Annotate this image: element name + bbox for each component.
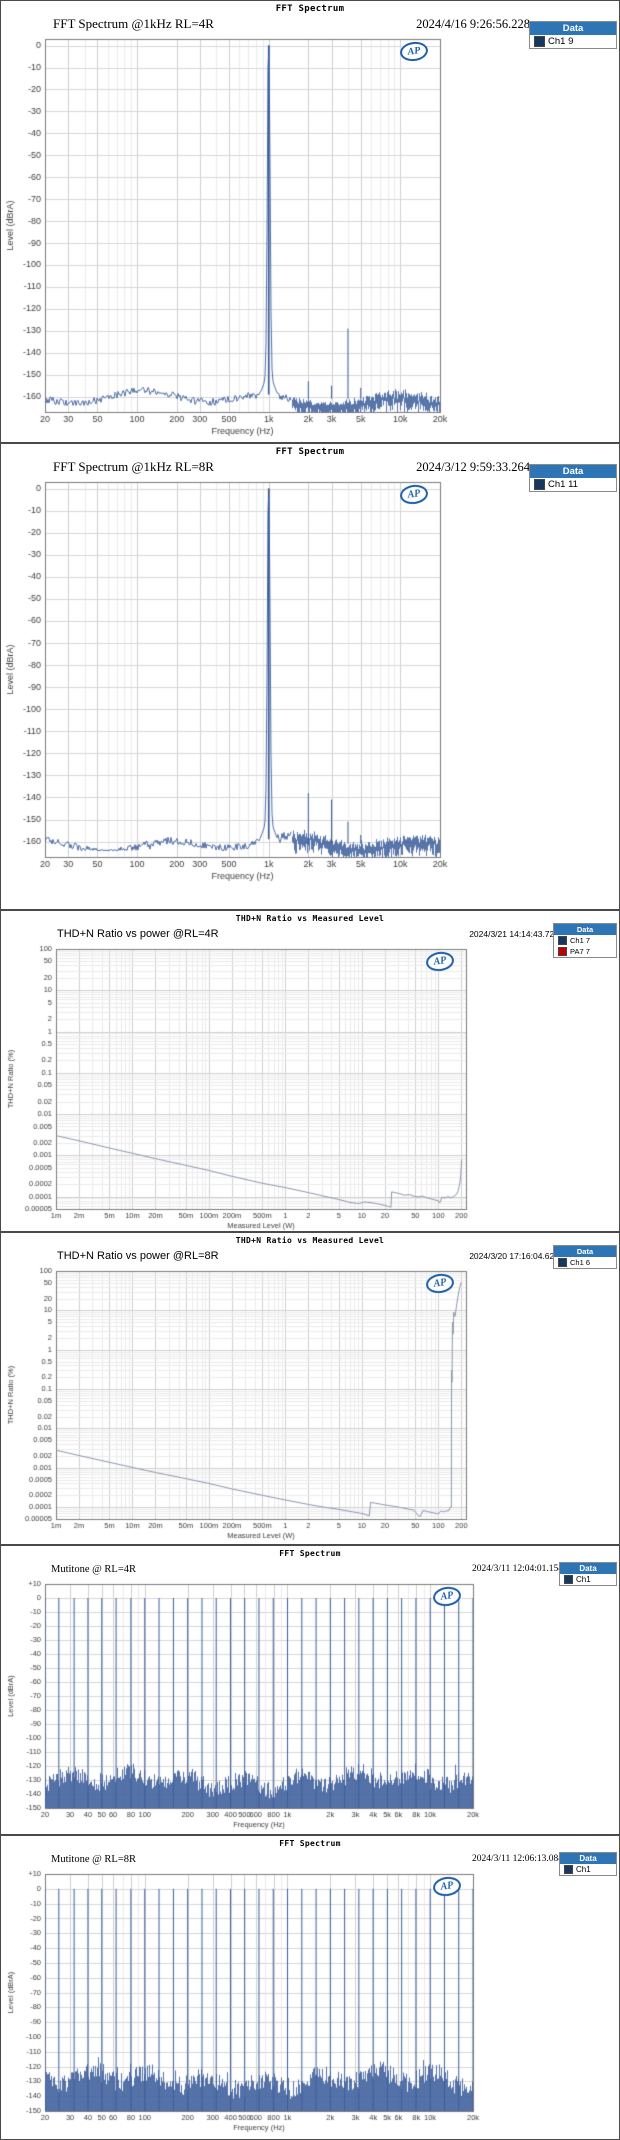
legend-item[interactable]: Ch1 7	[554, 935, 616, 946]
plot-canvas	[1, 1265, 619, 1544]
trace-color-swatch	[564, 1575, 573, 1584]
legend-header: Data	[560, 1563, 616, 1574]
chart-timestamp: 2024/4/16 9:26:56.228	[416, 17, 530, 32]
chart-panel: FFT Spectrum FFT Spectrum @1kHz RL=4R 20…	[0, 0, 620, 443]
chart-subtitle-row: FFT Spectrum @1kHz RL=8R 2024/3/12 9:59:…	[1, 458, 619, 476]
chart-timestamp: 2024/3/11 12:04:01.154	[472, 1564, 563, 1574]
chart-panel: THD+N Ratio vs Measured Level THD+N Rati…	[0, 910, 620, 1232]
chart-top-title: THD+N Ratio vs Measured Level	[1, 911, 619, 925]
plot-canvas	[1, 1578, 619, 1834]
legend-item[interactable]: Ch1 9	[530, 35, 616, 48]
trace-color-swatch	[534, 36, 545, 47]
chart-top-title: FFT Spectrum	[1, 444, 619, 458]
plot-canvas	[1, 33, 619, 442]
trace-color-swatch	[558, 1258, 567, 1267]
legend-item-label: Ch1 9	[548, 36, 573, 47]
legend: DataCh1 11	[529, 464, 617, 492]
legend: DataCh1 6	[553, 1245, 617, 1269]
chart-plot-area: AP	[1, 476, 619, 909]
chart-subtitle-row: Mutitone @ RL=8R 2024/3/11 12:06:13.084	[1, 1850, 619, 1868]
legend-item[interactable]: PA7 7	[554, 946, 616, 957]
legend-item[interactable]: Ch1	[560, 1574, 616, 1585]
legend-item-label: Ch1 6	[570, 1258, 590, 1267]
chart-subtitle: Mutitone @ RL=8R	[51, 1854, 136, 1865]
chart-timestamp: 2024/3/12 9:59:33.264	[416, 460, 530, 475]
legend-header: Data	[554, 924, 616, 935]
legend: DataCh1	[559, 1562, 617, 1586]
legend-item[interactable]: Ch1 11	[530, 478, 616, 491]
legend: DataCh1 7 PA7 7	[553, 923, 617, 958]
chart-subtitle-row: THD+N Ratio vs power @RL=8R 2024/3/20 17…	[1, 1247, 619, 1265]
legend-item-label: PA7 7	[570, 947, 590, 956]
chart-subtitle-row: THD+N Ratio vs power @RL=4R 2024/3/21 14…	[1, 925, 619, 943]
trace-color-swatch	[534, 479, 545, 490]
chart-subtitle: FFT Spectrum @1kHz RL=8R	[53, 459, 214, 475]
chart-subtitle: THD+N Ratio vs power @RL=8R	[57, 1250, 219, 1262]
chart-panel: THD+N Ratio vs Measured Level THD+N Rati…	[0, 1232, 620, 1545]
legend-item-label: Ch1	[576, 1865, 591, 1874]
legend-item[interactable]: Ch1 6	[554, 1257, 616, 1268]
legend-header: Data	[560, 1853, 616, 1864]
legend-header: Data	[530, 465, 616, 478]
chart-subtitle: Mutitone @ RL=4R	[51, 1564, 136, 1575]
chart-plot-area: AP	[1, 1265, 619, 1544]
chart-panel: FFT Spectrum FFT Spectrum @1kHz RL=8R 20…	[0, 443, 620, 910]
legend-item[interactable]: Ch1	[560, 1864, 616, 1875]
chart-panel: FFT Spectrum Mutitone @ RL=8R 2024/3/11 …	[0, 1835, 620, 2140]
trace-color-swatch	[564, 1865, 573, 1874]
legend: DataCh1 9	[529, 21, 617, 49]
chart-subtitle-row: Mutitone @ RL=4R 2024/3/11 12:04:01.154	[1, 1560, 619, 1578]
plot-canvas	[1, 476, 619, 909]
chart-plot-area: AP	[1, 33, 619, 442]
trace-color-swatch	[558, 936, 567, 945]
chart-plot-area: AP	[1, 1578, 619, 1834]
plot-canvas	[1, 1868, 619, 2139]
chart-timestamp: 2024/3/11 12:06:13.084	[472, 1854, 563, 1864]
legend-item-label: Ch1 11	[548, 479, 578, 490]
chart-top-title: THD+N Ratio vs Measured Level	[1, 1233, 619, 1247]
chart-top-title: FFT Spectrum	[1, 1, 619, 15]
legend: DataCh1	[559, 1852, 617, 1876]
chart-timestamp: 2024/3/21 14:14:43.721	[469, 929, 559, 939]
chart-plot-area: AP	[1, 1868, 619, 2139]
chart-top-title: FFT Spectrum	[1, 1546, 619, 1560]
plot-canvas	[1, 943, 619, 1231]
legend-header: Data	[530, 22, 616, 35]
trace-color-swatch	[558, 947, 567, 956]
chart-top-title: FFT Spectrum	[1, 1836, 619, 1850]
legend-item-label: Ch1 7	[570, 936, 590, 945]
chart-subtitle: FFT Spectrum @1kHz RL=4R	[53, 16, 214, 32]
chart-subtitle: THD+N Ratio vs power @RL=4R	[57, 928, 219, 940]
chart-subtitle-row: FFT Spectrum @1kHz RL=4R 2024/4/16 9:26:…	[1, 15, 619, 33]
chart-panel: FFT Spectrum Mutitone @ RL=4R 2024/3/11 …	[0, 1545, 620, 1835]
legend-header: Data	[554, 1246, 616, 1257]
legend-item-label: Ch1	[576, 1575, 591, 1584]
chart-timestamp: 2024/3/20 17:16:04.627	[469, 1251, 559, 1261]
chart-plot-area: AP	[1, 943, 619, 1231]
